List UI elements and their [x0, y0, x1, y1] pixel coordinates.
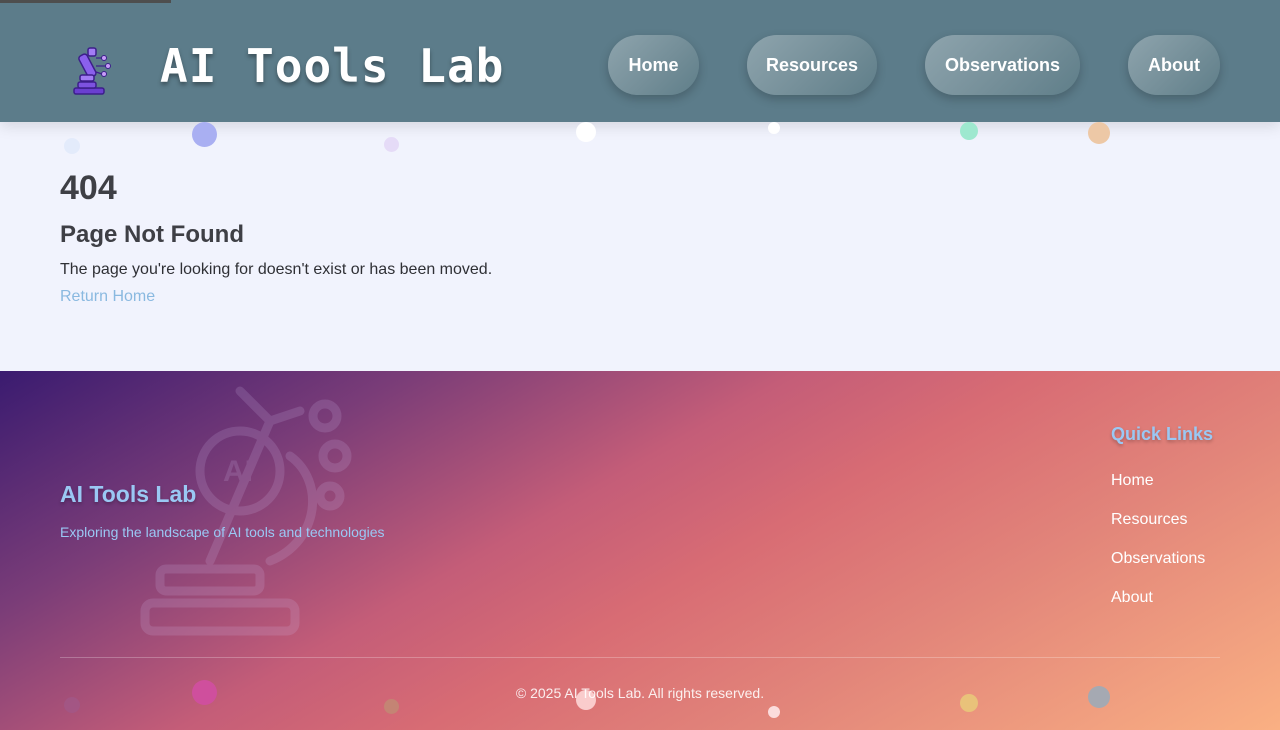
nav-resources-button[interactable]: Resources	[747, 35, 877, 95]
footer-tagline: Exploring the landscape of AI tools and …	[60, 524, 385, 540]
nav-home-button[interactable]: Home	[608, 35, 699, 95]
footer-link-observations[interactable]: Observations	[1111, 548, 1205, 570]
error-content: 404 Page Not Found The page you're looki…	[0, 122, 1280, 371]
footer-link-home[interactable]: Home	[1111, 470, 1154, 492]
microscope-icon[interactable]	[66, 44, 114, 96]
decorative-dot	[768, 706, 780, 718]
error-code: 404	[60, 169, 117, 207]
nav-about-button[interactable]: About	[1128, 35, 1220, 95]
nav-observations-button[interactable]: Observations	[925, 35, 1080, 95]
error-title: Page Not Found	[60, 221, 244, 248]
footer-link-resources[interactable]: Resources	[1111, 509, 1187, 531]
scroll-progress-bar	[0, 0, 171, 3]
site-footer: AI AI Tools Lab Exploring the landscape …	[0, 371, 1280, 730]
footer-site-title: AI Tools Lab	[60, 481, 197, 507]
return-home-link[interactable]: Return Home	[60, 286, 155, 308]
footer-link-about[interactable]: About	[1111, 587, 1153, 609]
site-title[interactable]: AI Tools Lab	[160, 36, 504, 96]
quick-links-heading: Quick Links	[1111, 424, 1214, 444]
site-header: AI Tools Lab Home Resources Observations…	[0, 0, 1280, 122]
copyright-text: © 2025 AI Tools Lab. All rights reserved…	[515, 685, 765, 701]
footer-divider	[60, 657, 1220, 658]
svg-text:AI: AI	[223, 455, 253, 488]
error-message: The page you're looking for doesn't exis…	[60, 261, 493, 278]
